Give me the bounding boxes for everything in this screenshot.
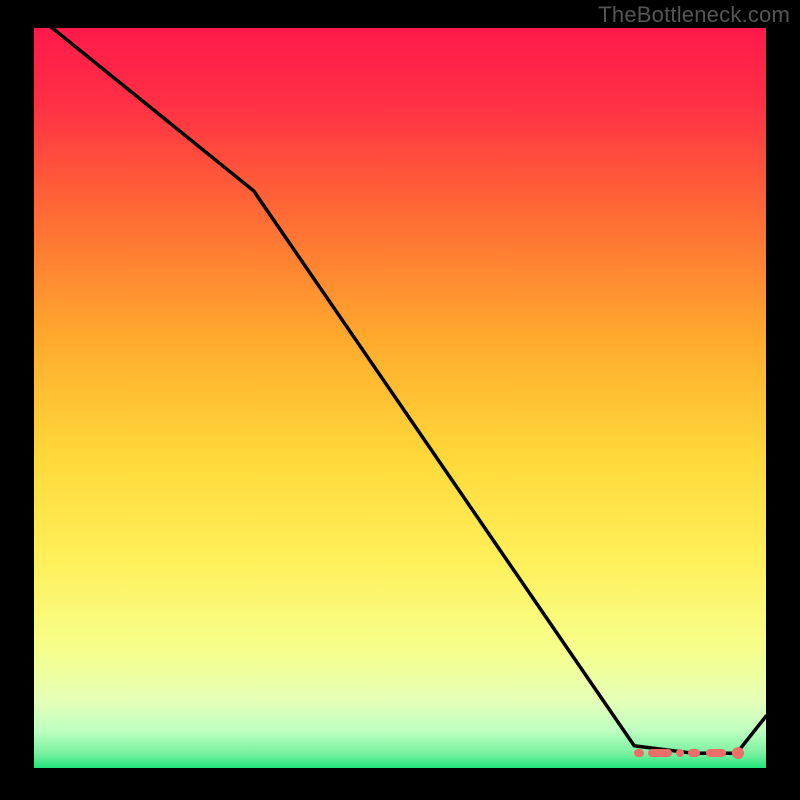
gradient-background <box>34 28 766 768</box>
marker-dash <box>676 749 684 757</box>
chart-frame: TheBottleneck.com <box>0 0 800 800</box>
marker-endpoint-dot <box>732 747 744 759</box>
marker-dash <box>688 749 700 757</box>
watermark-text: TheBottleneck.com <box>598 2 790 28</box>
marker-dash <box>706 749 726 757</box>
plot-area <box>34 28 766 768</box>
chart-svg <box>34 28 766 768</box>
marker-dash <box>634 749 644 757</box>
marker-dash <box>648 749 672 757</box>
curve-marker-track <box>634 749 746 757</box>
